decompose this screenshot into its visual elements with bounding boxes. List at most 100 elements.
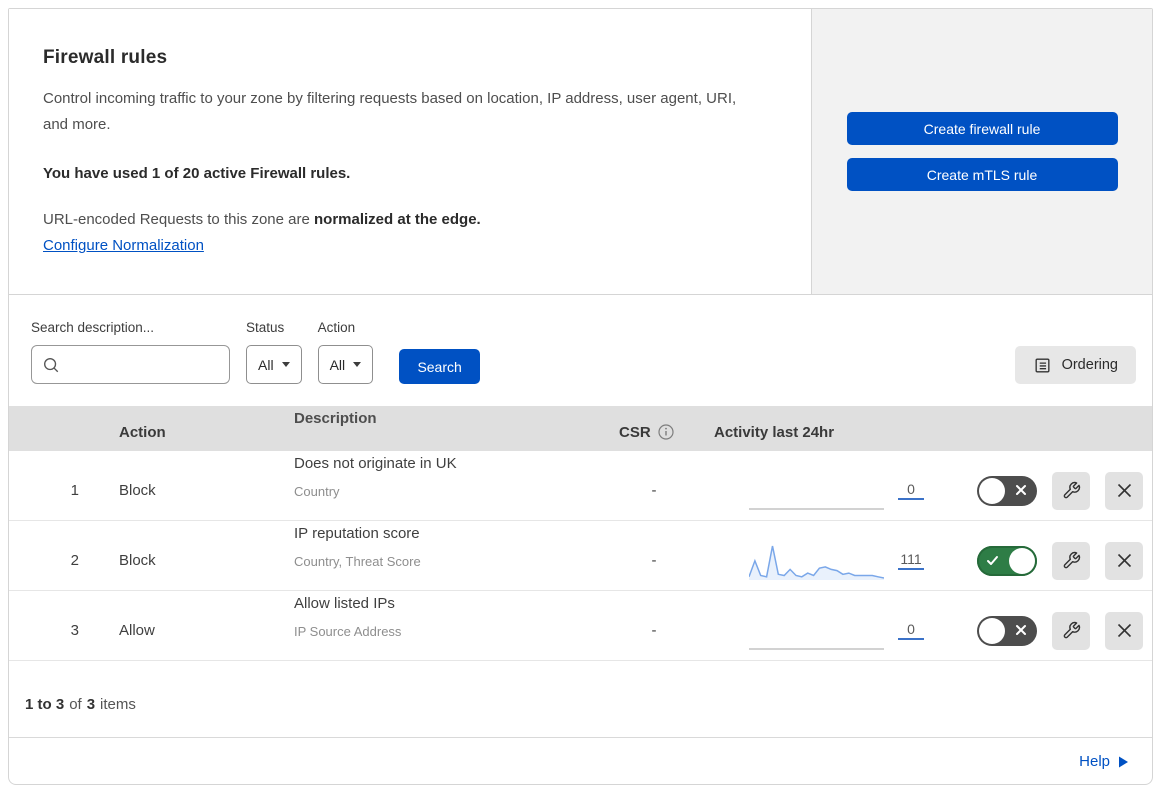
toggle-knob	[979, 477, 1005, 504]
rule-description-cell: Allow listed IPs IP Source Address	[274, 591, 594, 643]
help-row: Help	[9, 738, 1152, 784]
rule-enabled-toggle[interactable]	[977, 615, 1037, 646]
column-description: Description	[294, 410, 377, 427]
rule-action: Block	[119, 552, 156, 570]
create-firewall-rule-button[interactable]: Create firewall rule	[846, 112, 1118, 145]
chevron-down-icon	[281, 362, 290, 367]
rule-description: Allow listed IPs	[294, 595, 395, 612]
items-range: 1 to 3	[25, 696, 65, 713]
rule-controls-cell	[964, 471, 1152, 510]
rule-description-cell: Does not originate in UK Country	[274, 451, 594, 503]
table-row: 1 Block Does not originate in UK Country…	[9, 451, 1152, 521]
close-icon	[1117, 554, 1131, 568]
rule-csr-value: -	[651, 482, 657, 500]
rule-controls-cell	[964, 541, 1152, 580]
rule-fields: Country, Threat Score	[294, 553, 421, 569]
rule-activity-cell: 111	[714, 540, 964, 582]
column-action: Action	[119, 423, 166, 441]
items-label: items	[100, 696, 136, 713]
page-description: Control incoming traffic to your zone by…	[43, 90, 737, 133]
rule-description: IP reputation score	[294, 525, 420, 542]
wrench-icon	[1063, 621, 1080, 639]
delete-rule-button[interactable]	[1105, 471, 1143, 510]
check-icon	[986, 554, 999, 567]
rule-priority: 3	[70, 622, 79, 640]
search-button[interactable]: Search	[399, 349, 481, 384]
normalization-note-text: URL-encoded Requests to this zone are	[43, 210, 314, 228]
action-filter-dropdown[interactable]: All	[317, 345, 374, 384]
edit-rule-button[interactable]	[1052, 471, 1090, 510]
wrench-icon	[1063, 481, 1080, 499]
toggle-knob	[1009, 547, 1035, 574]
ordering-list-icon	[1035, 357, 1050, 373]
rule-enabled-toggle[interactable]	[977, 475, 1037, 506]
rules-table: Action Description CSR Activity last 24h…	[9, 406, 1152, 661]
action-filter-value: All	[329, 356, 346, 373]
search-input[interactable]	[67, 356, 219, 373]
column-csr-label: CSR	[619, 423, 651, 441]
rule-enabled-toggle[interactable]	[977, 545, 1037, 576]
help-link[interactable]: Help	[1079, 753, 1128, 770]
rule-action: Block	[119, 482, 156, 500]
arrow-right-icon	[1119, 756, 1128, 767]
pagination-summary: 1 to 3 of 3 items	[9, 661, 1152, 738]
rule-fields: Country	[294, 483, 340, 499]
close-icon	[1117, 624, 1131, 638]
items-of: of	[69, 696, 82, 713]
toggle-knob	[979, 617, 1005, 644]
rule-controls-cell	[964, 611, 1152, 650]
edit-rule-button[interactable]	[1052, 541, 1090, 580]
help-link-label: Help	[1079, 753, 1110, 770]
table-header-row: Action Description CSR Activity last 24h…	[9, 406, 1152, 451]
rule-csr-value: -	[651, 552, 657, 570]
header-section: Firewall rules Control incoming traffic …	[8, 8, 1153, 295]
column-activity: Activity last 24hr	[714, 423, 835, 441]
normalization-note-bold: normalized at the edge.	[314, 210, 481, 228]
ordering-button[interactable]: Ordering	[1014, 346, 1136, 384]
rule-activity-cell: 0	[714, 610, 964, 652]
rules-list-card: Search description... Status All Action	[8, 295, 1153, 785]
table-row: 2 Block IP reputation score Country, Thr…	[9, 521, 1152, 591]
activity-sparkline	[749, 545, 884, 580]
rule-activity-cell: 0	[714, 470, 964, 512]
create-mtls-rule-button[interactable]: Create mTLS rule	[846, 158, 1118, 191]
delete-rule-button[interactable]	[1105, 541, 1143, 580]
action-filter-label: Action	[317, 320, 356, 335]
activity-sparkline	[749, 647, 884, 650]
info-icon[interactable]	[658, 424, 674, 440]
page-title: Firewall rules	[43, 47, 168, 68]
rule-action: Allow	[119, 622, 155, 640]
activity-count-link[interactable]: 111	[898, 551, 924, 571]
column-csr: CSR	[594, 424, 714, 441]
rule-priority: 2	[70, 552, 79, 570]
search-icon	[44, 357, 59, 372]
configure-normalization-link[interactable]: Configure Normalization	[43, 237, 204, 254]
rule-priority: 1	[70, 482, 79, 500]
firewall-rules-page: Firewall rules Control incoming traffic …	[8, 8, 1153, 785]
table-row: 3 Allow Allow listed IPs IP Source Addre…	[9, 591, 1152, 661]
delete-rule-button[interactable]	[1105, 611, 1143, 650]
x-icon	[1015, 624, 1027, 636]
filter-bar: Search description... Status All Action	[9, 295, 1152, 406]
edit-rule-button[interactable]	[1052, 611, 1090, 650]
rule-csr-value: -	[651, 622, 657, 640]
rule-description: Does not originate in UK	[294, 455, 457, 472]
activity-count-link[interactable]: 0	[898, 621, 924, 641]
ordering-button-label: Ordering	[1061, 357, 1118, 373]
status-filter-dropdown[interactable]: All	[246, 345, 302, 384]
status-filter-label: Status	[246, 320, 285, 335]
actions-panel: Create firewall rule Create mTLS rule	[811, 9, 1152, 294]
normalization-note: URL-encoded Requests to this zone are no…	[43, 211, 771, 228]
search-input-wrapper[interactable]	[31, 345, 230, 384]
intro-card: Firewall rules Control incoming traffic …	[9, 9, 811, 294]
chevron-down-icon	[353, 362, 362, 367]
usage-summary: You have used 1 of 20 active Firewall ru…	[43, 164, 351, 182]
items-total: 3	[86, 696, 96, 713]
search-label: Search description...	[31, 320, 155, 335]
rule-description-cell: IP reputation score Country, Threat Scor…	[274, 521, 594, 573]
activity-sparkline	[749, 507, 884, 510]
activity-count-link[interactable]: 0	[898, 481, 924, 501]
status-filter-value: All	[258, 356, 274, 373]
x-icon	[1015, 484, 1027, 496]
wrench-icon	[1063, 551, 1080, 569]
